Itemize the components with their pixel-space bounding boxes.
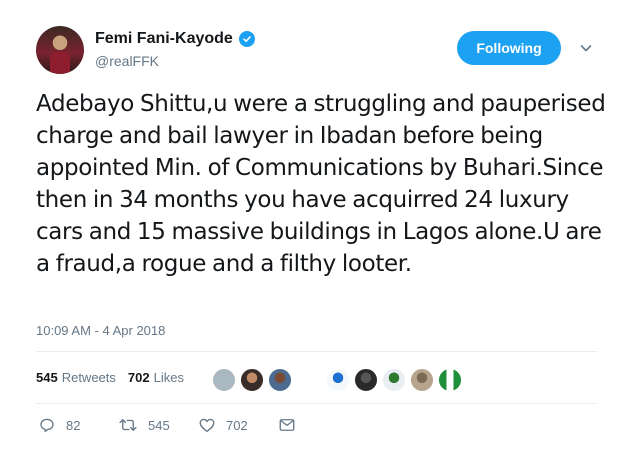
direct-message-button[interactable] (278, 416, 296, 434)
retweet-icon (119, 419, 137, 431)
direct-message-icon (279, 419, 295, 431)
reply-button[interactable]: 82 (38, 416, 80, 434)
tweet-stats: 545 Retweets 702 Likes (36, 370, 192, 385)
reply-count: 82 (66, 417, 81, 433)
tweet-text: Adebayo Shittu,u were a struggling and p… (36, 91, 606, 277)
liker-avatar[interactable] (381, 367, 407, 393)
tweet-timestamp[interactable]: 10:09 AM - 4 Apr 2018 (36, 323, 165, 338)
author-avatar[interactable] (36, 26, 84, 74)
liker-avatar[interactable] (239, 367, 265, 393)
retweet-button[interactable]: 545 (118, 416, 170, 434)
liker-avatar[interactable] (211, 367, 237, 393)
liker-avatar[interactable] (409, 367, 435, 393)
divider (36, 351, 597, 352)
liker-avatar[interactable] (353, 367, 379, 393)
author-display-name[interactable]: Femi Fani-Kayode (95, 30, 233, 48)
liker-avatar[interactable] (267, 367, 293, 393)
chevron-down-icon[interactable] (578, 40, 594, 56)
retweet-count: 545 (148, 417, 170, 433)
reply-icon (40, 418, 54, 433)
author-handle[interactable]: @realFFK (95, 53, 159, 69)
retweets-label[interactable]: Retweets (62, 370, 116, 385)
divider (36, 403, 597, 404)
verified-badge-icon (238, 31, 255, 47)
liker-avatar[interactable] (325, 367, 351, 393)
likes-label[interactable]: Likes (154, 370, 184, 385)
like-count: 702 (226, 417, 248, 433)
liker-avatar[interactable] (437, 367, 463, 393)
author-name-row: Femi Fani-Kayode (95, 30, 255, 48)
likes-count[interactable]: 702 (128, 370, 150, 385)
retweets-count[interactable]: 545 (36, 370, 58, 385)
like-button[interactable]: 702 (198, 416, 248, 434)
like-icon (199, 418, 215, 433)
following-button[interactable]: Following (457, 31, 561, 65)
